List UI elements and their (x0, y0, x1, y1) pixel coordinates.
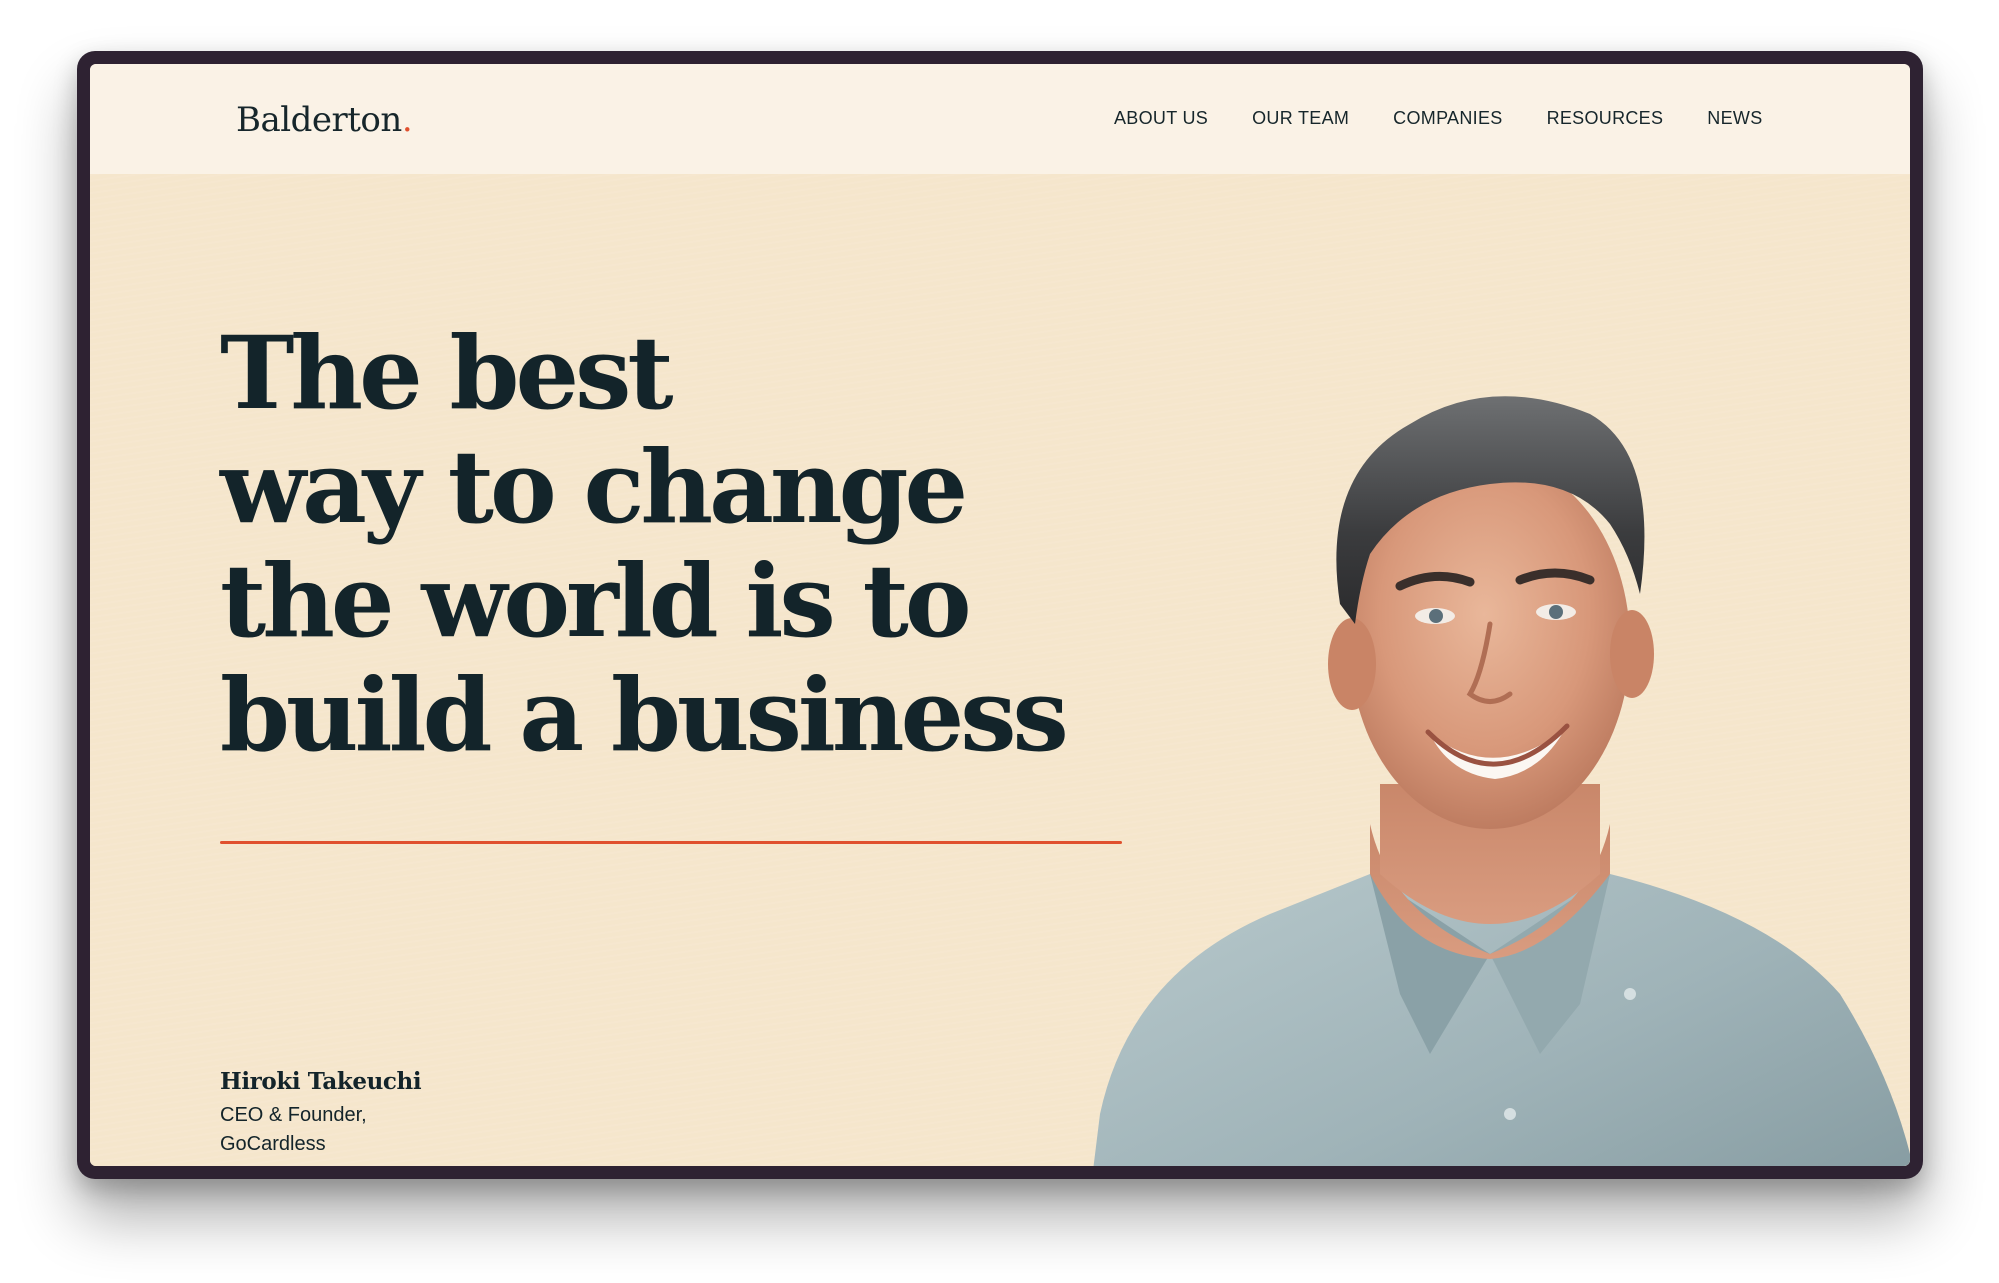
hero-headline: The best way to change the world is to b… (220, 314, 1069, 774)
site-logo[interactable]: Balderton. (236, 100, 413, 140)
nav-item-resources[interactable]: RESOURCES (1547, 108, 1664, 129)
person-name: Hiroki Takeuchi (220, 1068, 422, 1095)
person-company: GoCardless (220, 1133, 326, 1155)
headline-line: the world is to (220, 542, 972, 660)
headline-line: The best (220, 314, 674, 432)
logo-dot: . (401, 100, 413, 140)
headline-underline (220, 841, 1122, 844)
hero-section: The best way to change the world is to b… (90, 174, 1910, 1166)
nav-item-our-team[interactable]: OUR TEAM (1252, 108, 1349, 129)
logo-text: Balderton (236, 100, 402, 140)
nav-item-about-us[interactable]: ABOUT US (1114, 108, 1208, 129)
person-role: CEO & Founder, (220, 1104, 367, 1126)
headline-line: way to change (220, 428, 968, 546)
nav-item-companies[interactable]: COMPANIES (1393, 108, 1502, 129)
headline-line: build a business (220, 656, 1069, 774)
browser-viewport: Balderton. ABOUT US OUR TEAM COMPANIES R… (90, 64, 1910, 1166)
main-navigation: ABOUT US OUR TEAM COMPANIES RESOURCES NE… (1114, 108, 1763, 129)
nav-item-news[interactable]: NEWS (1707, 108, 1762, 129)
device-frame: Balderton. ABOUT US OUR TEAM COMPANIES R… (77, 51, 1923, 1179)
founder-portrait-photo (1093, 396, 1910, 1166)
quote-attribution: Hiroki Takeuchi CEO & Founder, GoCardles… (220, 1068, 422, 1159)
site-header: Balderton. ABOUT US OUR TEAM COMPANIES R… (90, 64, 1910, 174)
